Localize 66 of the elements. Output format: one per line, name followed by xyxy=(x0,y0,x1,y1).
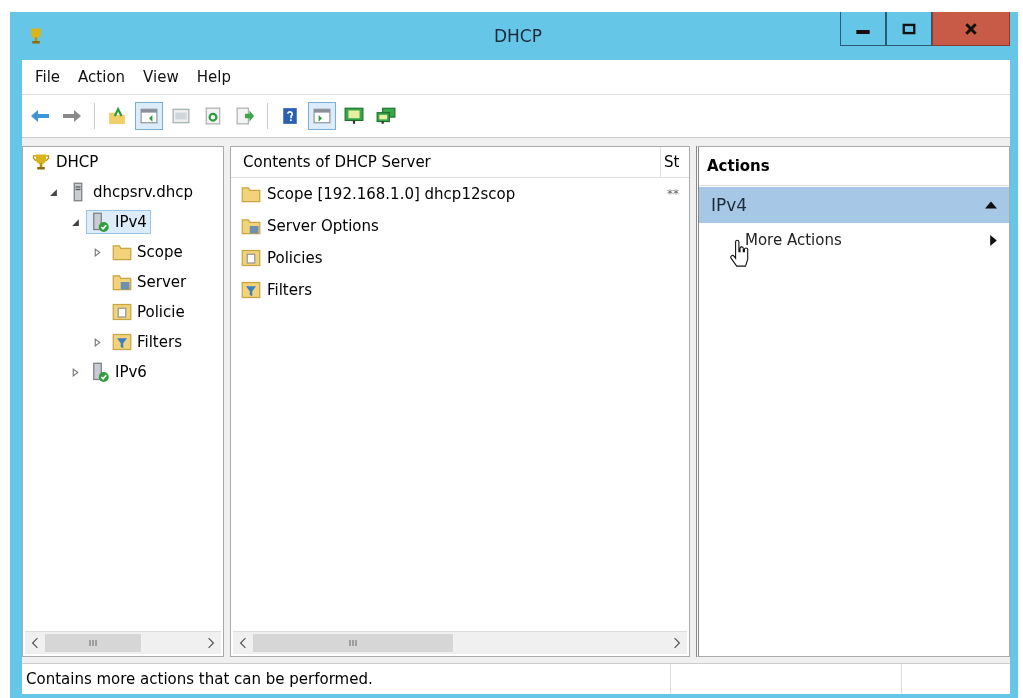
arrow-left-icon xyxy=(30,107,50,125)
pane-title: Actions xyxy=(699,147,1009,186)
panel-right-icon xyxy=(312,107,332,125)
tree-item[interactable]: Server xyxy=(108,270,191,294)
collapsed-arrow-icon[interactable] xyxy=(93,247,102,257)
submenu-arrow-icon xyxy=(990,234,997,246)
tree-item[interactable]: Scope xyxy=(108,240,187,264)
status-text: Contains more actions that can be performed. xyxy=(22,664,671,694)
horizontal-scrollbar[interactable] xyxy=(25,631,221,654)
collapsed-arrow-icon[interactable] xyxy=(93,337,102,347)
menu-item[interactable]: File xyxy=(26,66,70,88)
maximize-button[interactable] xyxy=(886,12,932,46)
horizontal-scrollbar[interactable] xyxy=(233,631,687,654)
grip-icon xyxy=(88,639,98,647)
list-item[interactable]: Server Options xyxy=(231,216,661,236)
table-cell-text: ** xyxy=(666,187,679,201)
folder-document-icon xyxy=(241,248,261,268)
panel-left-icon xyxy=(139,107,159,125)
tree-item[interactable]: DHCP xyxy=(27,150,103,174)
tree-item[interactable]: Policie xyxy=(108,300,189,324)
tree-item[interactable]: Filters xyxy=(108,330,186,354)
tree-item[interactable]: IPv4 xyxy=(86,210,151,234)
column-header[interactable]: Contents of DHCP Server xyxy=(231,147,661,177)
help-icon xyxy=(280,107,300,125)
expanded-arrow-icon[interactable] xyxy=(49,187,58,197)
window-title: DHCP xyxy=(493,26,543,46)
refresh-icon xyxy=(203,107,223,125)
action-pane-button[interactable] xyxy=(308,102,336,130)
filter-icon xyxy=(112,332,132,352)
close-icon xyxy=(964,21,978,36)
export-list-icon xyxy=(235,107,255,125)
scroll-thumb[interactable] xyxy=(45,634,141,652)
arrow-right-icon xyxy=(62,107,82,125)
folder-options-icon xyxy=(241,216,261,236)
collapsed-arrow-icon[interactable] xyxy=(71,367,80,377)
console-tree-button[interactable] xyxy=(135,102,163,130)
folder-icon xyxy=(241,184,261,204)
server-check-icon xyxy=(90,362,110,382)
collapse-arrow-icon xyxy=(985,201,997,209)
list-item[interactable]: Policies xyxy=(231,248,661,268)
tree-item[interactable]: IPv6 xyxy=(86,360,151,384)
folder-icon xyxy=(112,242,132,262)
menu-item[interactable]: Action xyxy=(69,66,135,88)
list-item[interactable]: Scope [192.168.1.0] dhcp12scop xyxy=(231,184,661,204)
filter-icon xyxy=(241,280,261,300)
tree-item[interactable]: dhcpsrv.dhcp xyxy=(64,180,198,204)
window-icon xyxy=(171,107,191,125)
action-item[interactable]: More Actions xyxy=(699,223,1009,257)
scroll-thumb[interactable] xyxy=(253,634,453,652)
folder-document-icon xyxy=(112,302,132,322)
monitors-icon xyxy=(376,107,396,125)
trophy-icon xyxy=(31,152,51,172)
folder-up-icon xyxy=(107,107,127,125)
maximize-icon xyxy=(902,21,916,36)
folder-options-icon xyxy=(112,272,132,292)
column-header[interactable]: St xyxy=(661,153,680,171)
minimize-button[interactable] xyxy=(840,12,886,46)
minimize-icon xyxy=(856,29,870,34)
server-check-icon xyxy=(90,212,110,232)
menu-item[interactable]: Help xyxy=(187,66,240,88)
menu-item[interactable]: View xyxy=(134,66,188,88)
list-item[interactable]: Filters xyxy=(231,280,661,300)
action-group-header[interactable]: IPv4 xyxy=(699,187,1009,223)
monitor-icon xyxy=(344,107,364,125)
expanded-arrow-icon[interactable] xyxy=(71,217,80,227)
grip-icon xyxy=(348,639,358,647)
